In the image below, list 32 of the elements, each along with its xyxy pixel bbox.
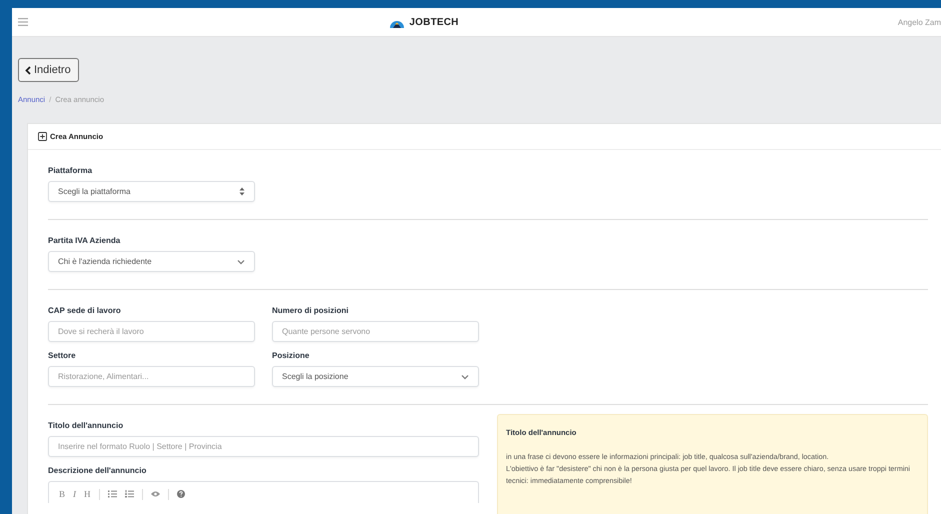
field-label: Posizione: [272, 351, 310, 361]
help-icon[interactable]: [176, 490, 185, 498]
field-label: Numero di posizioni: [272, 306, 350, 316]
select-field[interactable]: Scegli la posizione: [272, 366, 479, 387]
field-label: CAP sede di lavoro: [48, 306, 122, 316]
text-editor[interactable]: B I H: [48, 481, 479, 503]
field-label: Titolo dell'annuncio: [48, 421, 124, 431]
field-label: Settore: [48, 351, 77, 361]
chevron-left-icon: [25, 66, 31, 74]
text-field[interactable]: Dove si recherà il lavoro: [48, 321, 255, 342]
italic-button[interactable]: I: [73, 489, 76, 499]
menu-icon[interactable]: [18, 18, 28, 26]
select-field[interactable]: Scegli la piattaforma: [48, 181, 255, 202]
chevron-down-icon: [461, 374, 469, 380]
bold-button[interactable]: B: [59, 489, 66, 499]
user-name[interactable]: Angelo Zam: [821, 18, 941, 26]
chevron-down-icon: [237, 258, 245, 264]
brand-name: JOBTECH: [409, 16, 459, 28]
field-label: Descrizione dell'annuncio: [48, 466, 148, 476]
field-label: Partita IVA Azienda: [48, 236, 122, 246]
text-field[interactable]: Ristorazione, Alimentari...: [48, 366, 255, 387]
bullet-list-icon[interactable]: [108, 490, 117, 498]
back-button[interactable]: Indietro: [18, 58, 79, 82]
numbered-list-icon[interactable]: [124, 490, 134, 498]
text-field[interactable]: Inserire nel formato Ruolo | Settore | Provincia: [48, 436, 479, 457]
text-field[interactable]: Quante persone servono: [272, 321, 479, 342]
up-down-arrows-icon: [239, 187, 245, 196]
field-label: Piattaforma: [48, 166, 94, 176]
heading-button[interactable]: H: [84, 489, 91, 499]
eye-icon[interactable]: [150, 491, 160, 497]
plus-square-icon: [38, 132, 47, 141]
select-field[interactable]: Chi è l'azienda richiedente: [48, 251, 255, 272]
